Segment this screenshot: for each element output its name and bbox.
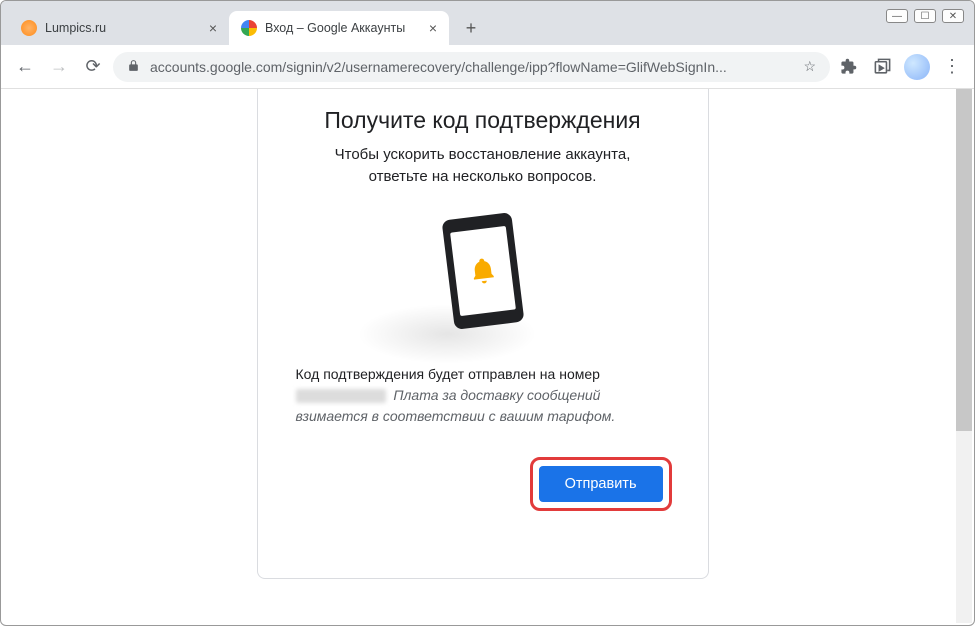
bell-icon bbox=[466, 254, 499, 287]
reload-button[interactable]: ⟳ bbox=[79, 53, 107, 81]
card-subtitle: Чтобы ускорить восстановление аккаунта, … bbox=[294, 144, 672, 188]
phone-screen bbox=[450, 225, 516, 315]
new-tab-button[interactable]: + bbox=[457, 14, 485, 42]
star-icon[interactable]: ☆ bbox=[803, 58, 816, 75]
forward-button[interactable]: → bbox=[45, 53, 73, 81]
favicon-icon bbox=[241, 20, 257, 36]
favicon-icon bbox=[21, 20, 37, 36]
card-actions: Отправить bbox=[294, 457, 672, 511]
card-heading: Получите код подтверждения bbox=[294, 107, 672, 134]
phone-illustration bbox=[294, 216, 672, 346]
send-button[interactable]: Отправить bbox=[539, 466, 663, 502]
highlight-annotation: Отправить bbox=[530, 457, 672, 511]
address-bar: ← → ⟳ accounts.google.com/signin/v2/user… bbox=[1, 45, 974, 89]
minimize-button[interactable]: — bbox=[886, 9, 908, 23]
description-text: Код подтверждения будет отправлен на ном… bbox=[296, 364, 670, 427]
profile-avatar[interactable] bbox=[904, 54, 930, 80]
close-tab-icon[interactable]: × bbox=[209, 20, 217, 36]
window-controls: — ☐ ✕ bbox=[886, 9, 964, 23]
tab-title: Вход – Google Аккаунты bbox=[265, 21, 421, 35]
toolbar-icons: ⋮ bbox=[836, 54, 964, 80]
back-button[interactable]: ← bbox=[11, 53, 39, 81]
menu-button[interactable]: ⋮ bbox=[940, 55, 964, 79]
media-icon[interactable] bbox=[870, 55, 894, 79]
tab-google-accounts[interactable]: Вход – Google Аккаунты × bbox=[229, 11, 449, 45]
masked-phone-number bbox=[296, 389, 386, 403]
extensions-icon[interactable] bbox=[836, 55, 860, 79]
tab-title: Lumpics.ru bbox=[45, 21, 201, 35]
close-tab-icon[interactable]: × bbox=[429, 20, 437, 36]
lock-icon bbox=[127, 59, 140, 75]
browser-window: — ☐ ✕ Lumpics.ru × Вход – Google Аккаунт… bbox=[0, 0, 975, 626]
url-text: accounts.google.com/signin/v2/usernamere… bbox=[150, 59, 793, 75]
page-viewport: Получите код подтверждения Чтобы ускорит… bbox=[1, 89, 974, 625]
verification-card: Получите код подтверждения Чтобы ускорит… bbox=[257, 89, 709, 579]
tab-strip: Lumpics.ru × Вход – Google Аккаунты × + bbox=[1, 1, 974, 45]
phone-icon bbox=[441, 212, 524, 330]
close-window-button[interactable]: ✕ bbox=[942, 9, 964, 23]
maximize-button[interactable]: ☐ bbox=[914, 9, 936, 23]
tab-lumpics[interactable]: Lumpics.ru × bbox=[9, 11, 229, 45]
url-field[interactable]: accounts.google.com/signin/v2/usernamere… bbox=[113, 52, 830, 82]
